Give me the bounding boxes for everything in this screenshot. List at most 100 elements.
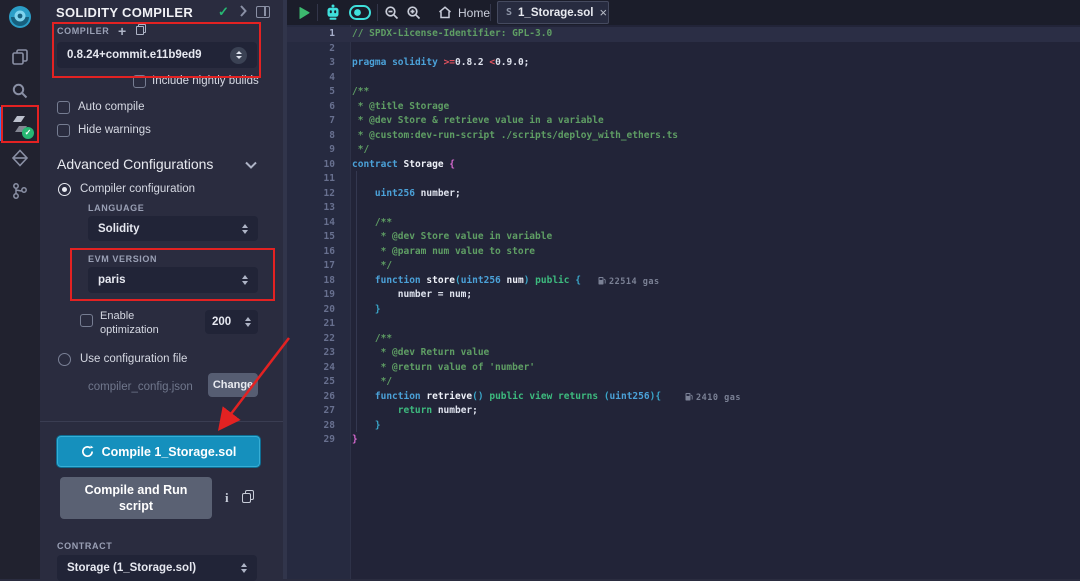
code-text: function store(uint256 num) public { xyxy=(352,274,581,289)
panel-title: SOLIDITY COMPILER xyxy=(56,5,193,20)
use-configuration-file-radio[interactable] xyxy=(58,353,71,366)
git-icon[interactable] xyxy=(0,174,40,208)
code-line: 23 * @dev Return value xyxy=(287,346,1080,361)
icon-sidebar: ✓ xyxy=(0,0,40,579)
compiler-configuration-radio[interactable] xyxy=(58,183,71,196)
copy-compiler-icon[interactable] xyxy=(136,24,146,35)
ai-assistant-icon[interactable] xyxy=(320,0,346,25)
code-line: 20 } xyxy=(287,303,1080,318)
change-config-button[interactable]: Change xyxy=(208,373,258,397)
code-text: * @param num value to store xyxy=(352,245,535,260)
code-line: 8 * @custom:dev-run-script ./scripts/dep… xyxy=(287,129,1080,144)
optimization-runs-input[interactable]: 200 xyxy=(205,310,258,334)
compiler-section-label: COMPILER xyxy=(57,26,109,36)
code-text: function retrieve() public view returns … xyxy=(352,390,661,405)
line-number: 26 xyxy=(287,390,335,405)
code-line: 7 * @dev Store & retrieve value in a var… xyxy=(287,114,1080,129)
code-text: } xyxy=(352,303,381,318)
line-number: 28 xyxy=(287,419,335,434)
run-script-icon[interactable] xyxy=(292,0,316,25)
chevron-right-icon[interactable] xyxy=(239,5,247,17)
contract-select[interactable]: Storage (1_Storage.sol) xyxy=(57,555,257,581)
code-text: * @custom:dev-run-script ./scripts/deplo… xyxy=(352,129,678,144)
panel-scrollbar[interactable] xyxy=(283,0,287,579)
advanced-configurations-title[interactable]: Advanced Configurations xyxy=(57,156,213,172)
code-line: 1// SPDX-License-Identifier: GPL-3.0 xyxy=(287,27,1080,42)
close-tab-icon[interactable]: × xyxy=(599,5,607,20)
code-line: 10contract Storage { xyxy=(287,158,1080,173)
contract-section-label: CONTRACT xyxy=(57,541,112,551)
tab-1-storage-sol[interactable]: S 1_Storage.sol × xyxy=(497,1,609,24)
tab-home[interactable]: Home xyxy=(430,0,498,25)
gas-estimate-badge: 2410 gas xyxy=(685,391,741,406)
code-line: 2 xyxy=(287,42,1080,57)
evm-version-value: paris xyxy=(98,274,236,286)
compile-button[interactable]: Compile 1_Storage.sol xyxy=(57,436,260,467)
line-number: 17 xyxy=(287,259,335,274)
chevron-down-icon[interactable] xyxy=(245,161,257,169)
line-number: 7 xyxy=(287,114,335,129)
info-icon[interactable]: i xyxy=(225,490,229,506)
line-number: 18 xyxy=(287,274,335,289)
theme-toggle-icon[interactable] xyxy=(346,0,374,25)
code-line: 28 } xyxy=(287,419,1080,434)
evm-version-select[interactable]: paris xyxy=(88,267,258,293)
code-text: pragma solidity >=0.8.2 <0.9.0; xyxy=(352,56,529,71)
enable-optimization-label: Enable optimization xyxy=(100,309,184,337)
solidity-compiler-panel: SOLIDITY COMPILER ✓ COMPILER + 0.8.24+co… xyxy=(40,0,287,579)
config-file-name: compiler_config.json xyxy=(88,381,193,393)
updown-arrows-icon xyxy=(242,275,248,285)
add-compiler-icon[interactable]: + xyxy=(118,23,126,39)
code-line: 21 xyxy=(287,317,1080,332)
code-line: 17 */ xyxy=(287,259,1080,274)
line-number: 15 xyxy=(287,230,335,245)
code-text: * @return value of 'number' xyxy=(352,361,535,376)
compiled-check-icon: ✓ xyxy=(218,4,229,20)
copy-icon[interactable] xyxy=(242,490,254,503)
line-number: 10 xyxy=(287,158,335,173)
code-text: * @dev Store & retrieve value in a varia… xyxy=(352,114,604,129)
language-select[interactable]: Solidity xyxy=(88,216,258,241)
compiler-version-select[interactable]: 0.8.24+commit.e11b9ed9 xyxy=(57,42,257,68)
line-number: 14 xyxy=(287,216,335,231)
code-line: 19 number = num; xyxy=(287,288,1080,303)
evm-version-label: EVM VERSION xyxy=(88,254,157,264)
compile-and-run-button[interactable]: Compile and Run script xyxy=(60,477,212,519)
file-explorer-icon[interactable] xyxy=(0,40,40,74)
line-number: 2 xyxy=(287,42,335,57)
code-editor[interactable]: 1// SPDX-License-Identifier: GPL-3.023 pr… xyxy=(287,25,1080,579)
code-text: number = num; xyxy=(352,288,472,303)
auto-compile-label: Auto compile xyxy=(78,101,144,113)
updown-arrows-icon xyxy=(242,224,248,234)
pin-panel-icon[interactable] xyxy=(256,6,270,18)
zoom-out-icon[interactable] xyxy=(380,0,402,25)
contract-value: Storage (1_Storage.sol) xyxy=(67,562,235,574)
code-text: /** xyxy=(352,332,392,347)
code-line: 4 xyxy=(287,71,1080,86)
updown-arrows-icon xyxy=(245,317,251,327)
code-line: 3 pragma solidity >=0.8.2 <0.9.0; xyxy=(287,56,1080,71)
line-number: 3 xyxy=(287,56,335,71)
search-icon[interactable] xyxy=(0,74,40,108)
code-line: 5/** xyxy=(287,85,1080,100)
hide-warnings-checkbox[interactable] xyxy=(57,124,70,137)
language-label: LANGUAGE xyxy=(88,203,144,213)
line-number: 27 xyxy=(287,404,335,419)
deploy-and-run-icon[interactable] xyxy=(0,141,40,175)
compiler-version-value: 0.8.24+commit.e11b9ed9 xyxy=(67,49,224,61)
code-lines: 1// SPDX-License-Identifier: GPL-3.023 pr… xyxy=(287,27,1080,448)
line-number: 8 xyxy=(287,129,335,144)
code-text: uint256 number; xyxy=(352,187,461,202)
line-number: 24 xyxy=(287,361,335,376)
code-text: } xyxy=(352,419,381,434)
topbar-separator xyxy=(317,4,318,21)
nightly-builds-checkbox[interactable] xyxy=(133,75,146,88)
remix-logo-icon[interactable] xyxy=(0,0,40,34)
auto-compile-checkbox[interactable] xyxy=(57,101,70,114)
solidity-compiler-icon[interactable]: ✓ xyxy=(0,107,40,141)
nightly-builds-label: Include nightly builds xyxy=(152,75,259,87)
code-line: 12 uint256 number; xyxy=(287,187,1080,202)
zoom-in-icon[interactable] xyxy=(402,0,424,25)
enable-optimization-checkbox[interactable] xyxy=(80,314,93,327)
code-line: 22 /** xyxy=(287,332,1080,347)
